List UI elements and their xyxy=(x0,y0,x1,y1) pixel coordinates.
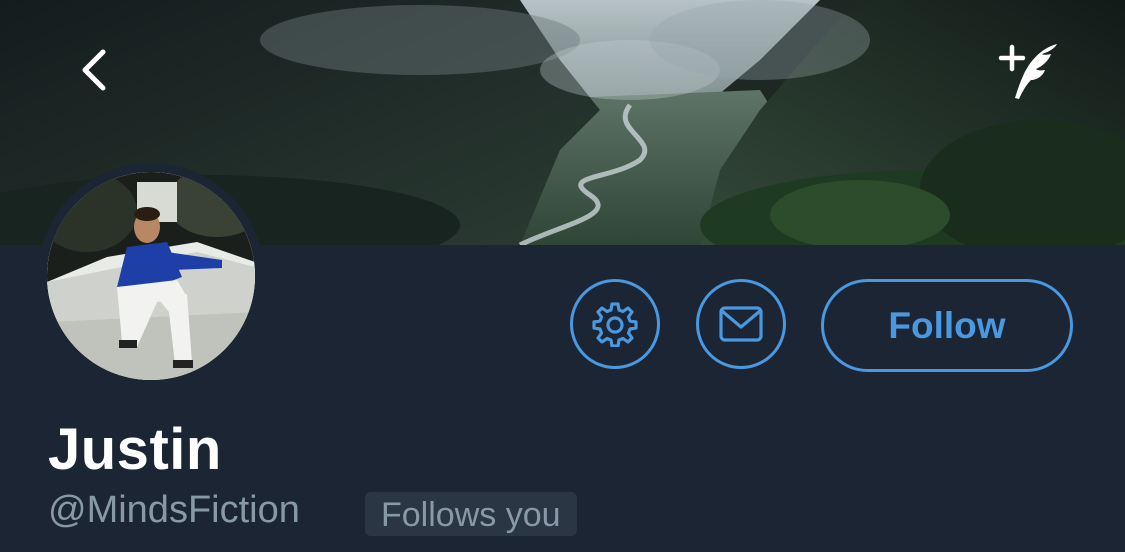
profile-display-name: Justin xyxy=(48,417,222,482)
follow-button-label: Follow xyxy=(888,304,1006,346)
follow-button[interactable]: Follow xyxy=(821,279,1073,372)
profile-screen: Follow Justin @MindsFiction Follows you xyxy=(0,0,1125,552)
compose-tweet-button[interactable] xyxy=(992,36,1068,106)
back-button[interactable] xyxy=(62,38,126,102)
envelope-icon xyxy=(719,306,763,342)
chevron-left-icon xyxy=(82,49,106,91)
avatar[interactable] xyxy=(47,172,255,380)
profile-handle: @MindsFiction xyxy=(48,489,300,531)
compose-tweet-icon xyxy=(998,44,1057,99)
message-button[interactable] xyxy=(696,279,786,369)
settings-button[interactable] xyxy=(570,279,660,369)
gear-icon xyxy=(592,302,638,347)
follows-you-badge: Follows you xyxy=(365,492,577,536)
